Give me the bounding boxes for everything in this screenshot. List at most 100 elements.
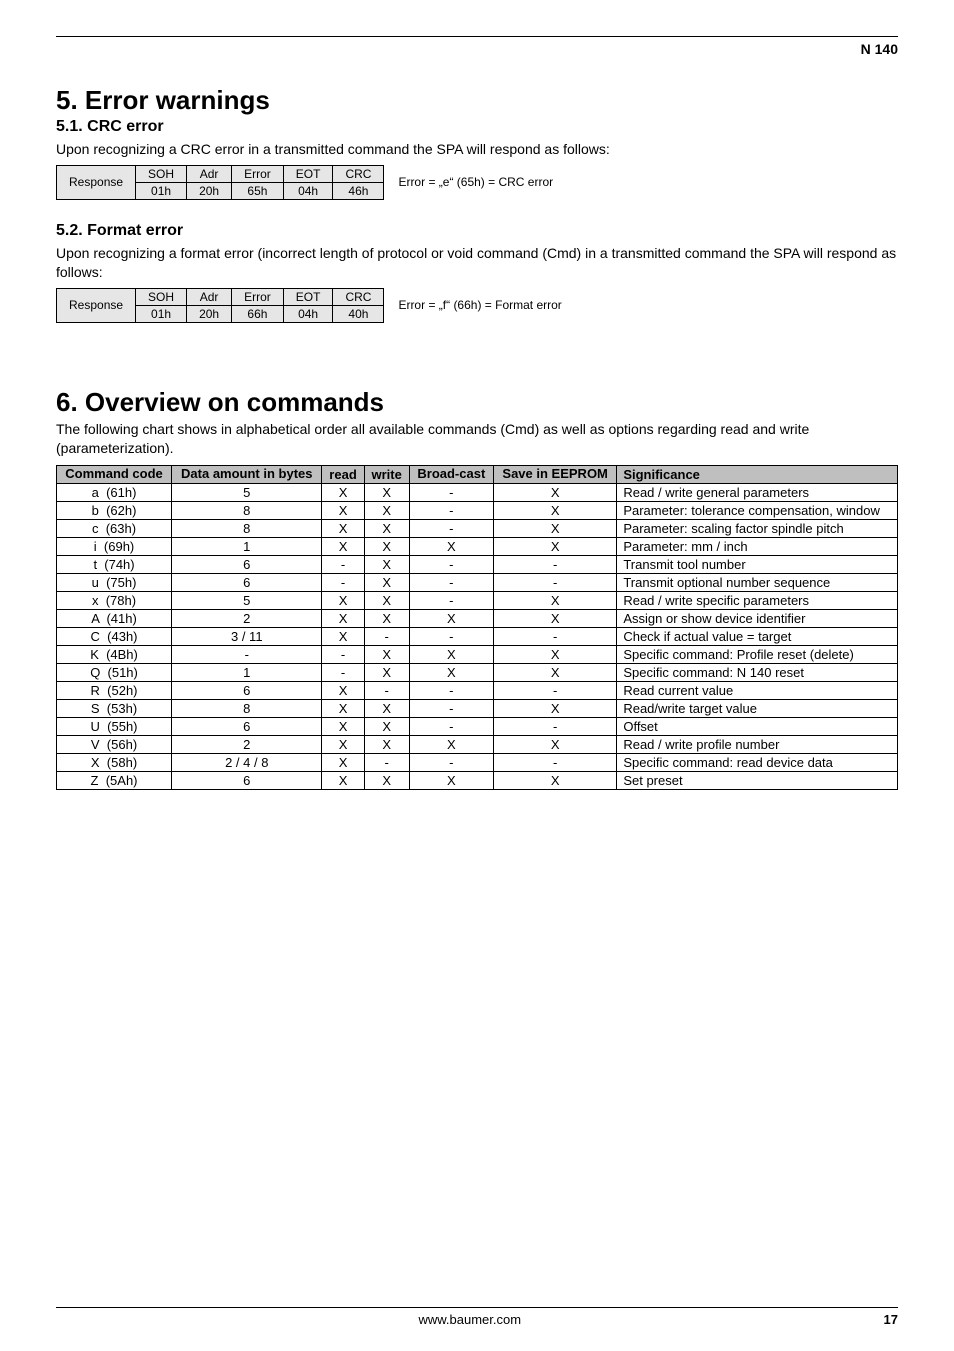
cell: - — [493, 682, 616, 700]
cell: X — [364, 592, 409, 610]
cell: 3 / 11 — [172, 628, 322, 646]
th-read: read — [322, 466, 364, 484]
cell: X — [493, 502, 616, 520]
table-format-response: Response SOH Adr Error EOT CRC 01h 20h 6… — [56, 288, 384, 323]
crc-val-1: 20h — [187, 182, 232, 199]
table-row: u (75h)6-X--Transmit optional number seq… — [57, 574, 898, 592]
table-row: i (69h)1XXXXParameter: mm / inch — [57, 538, 898, 556]
fmt-val-0: 01h — [136, 305, 187, 322]
th-code: Command code — [57, 466, 172, 484]
cell: X — [493, 772, 616, 790]
cell: - — [322, 556, 364, 574]
h-error-warnings: 5. Error warnings — [56, 85, 898, 116]
footer-page: 17 — [884, 1312, 898, 1327]
crc-col-1: Adr — [187, 165, 232, 182]
cell: Set preset — [617, 772, 898, 790]
cell: X (58h) — [57, 754, 172, 772]
table-row: x (78h)5XX-XRead / write specific parame… — [57, 592, 898, 610]
cell: X — [322, 520, 364, 538]
cell: - — [409, 556, 493, 574]
cell: 6 — [172, 718, 322, 736]
fmt-col-1: Adr — [187, 288, 232, 305]
h-crc-error: 5.1. CRC error — [56, 118, 898, 136]
cell: 6 — [172, 556, 322, 574]
table-row: t (74h)6-X--Transmit tool number — [57, 556, 898, 574]
fmt-val-1: 20h — [187, 305, 232, 322]
cell: R (52h) — [57, 682, 172, 700]
crc-col-2: Error — [232, 165, 284, 182]
cell: Q (51h) — [57, 664, 172, 682]
table-row: A (41h)2XXXXAssign or show device identi… — [57, 610, 898, 628]
p-overview-intro: The following chart shows in alphabetica… — [56, 420, 898, 458]
cell: - — [409, 484, 493, 502]
cell: 1 — [172, 538, 322, 556]
cell: - — [322, 574, 364, 592]
cell: u (75h) — [57, 574, 172, 592]
cell: Parameter: scaling factor spindle pitch — [617, 520, 898, 538]
cell: a (61h) — [57, 484, 172, 502]
table-row: R (52h)6X---Read current value — [57, 682, 898, 700]
cell: Specific command: N 140 reset — [617, 664, 898, 682]
cell: 2 / 4 / 8 — [172, 754, 322, 772]
cell: X — [493, 520, 616, 538]
cell: - — [409, 754, 493, 772]
fmt-col-4: CRC — [333, 288, 384, 305]
cell: Transmit tool number — [617, 556, 898, 574]
cell: Parameter: tolerance compensation, windo… — [617, 502, 898, 520]
cell: Read/write target value — [617, 700, 898, 718]
cell: 8 — [172, 502, 322, 520]
cell: X — [493, 736, 616, 754]
cell: Parameter: mm / inch — [617, 538, 898, 556]
fmt-val-3: 04h — [283, 305, 333, 322]
cell: Specific command: read device data — [617, 754, 898, 772]
cell: X — [493, 592, 616, 610]
fmt-val-2: 66h — [232, 305, 284, 322]
cell: 8 — [172, 700, 322, 718]
cell: Read / write profile number — [617, 736, 898, 754]
th-sig: Significance — [617, 466, 898, 484]
fmt-row-label: Response — [57, 288, 136, 322]
table-row: V (56h)2XXXXRead / write profile number — [57, 736, 898, 754]
cell: X — [493, 484, 616, 502]
table-row: Z (5Ah)6XXXXSet preset — [57, 772, 898, 790]
cell: X — [322, 772, 364, 790]
cell: X — [493, 610, 616, 628]
cell: X — [322, 628, 364, 646]
cell: X — [364, 538, 409, 556]
fmt-col-0: SOH — [136, 288, 187, 305]
cell: - — [409, 520, 493, 538]
fmt-val-4: 40h — [333, 305, 384, 322]
cell: X — [364, 484, 409, 502]
p-crc-intro: Upon recognizing a CRC error in a transm… — [56, 140, 898, 159]
cell: X — [493, 700, 616, 718]
cell: 2 — [172, 610, 322, 628]
cell: A (41h) — [57, 610, 172, 628]
th-amount: Data amount in bytes — [172, 466, 322, 484]
h-overview-commands: 6. Overview on commands — [56, 387, 898, 418]
cell: X — [409, 538, 493, 556]
cell: - — [493, 556, 616, 574]
cell: X — [322, 682, 364, 700]
cell: 5 — [172, 484, 322, 502]
p-format-intro: Upon recognizing a format error (incorre… — [56, 244, 898, 282]
cell: Read / write general parameters — [617, 484, 898, 502]
cell: X — [364, 772, 409, 790]
cell: X — [364, 718, 409, 736]
cell: V (56h) — [57, 736, 172, 754]
cell: X — [493, 538, 616, 556]
cell: - — [364, 628, 409, 646]
cell: X — [364, 700, 409, 718]
cell: 2 — [172, 736, 322, 754]
crc-val-3: 04h — [283, 182, 333, 199]
cell: Offset — [617, 718, 898, 736]
table-row: c (63h)8XX-XParameter: scaling factor sp… — [57, 520, 898, 538]
cell: 6 — [172, 772, 322, 790]
doc-label: N 140 — [861, 41, 898, 57]
cell: X — [364, 664, 409, 682]
cell: Read current value — [617, 682, 898, 700]
crc-col-3: EOT — [283, 165, 333, 182]
cell: Check if actual value = target — [617, 628, 898, 646]
cell: - — [409, 682, 493, 700]
cell: X — [322, 538, 364, 556]
cell: X — [493, 664, 616, 682]
